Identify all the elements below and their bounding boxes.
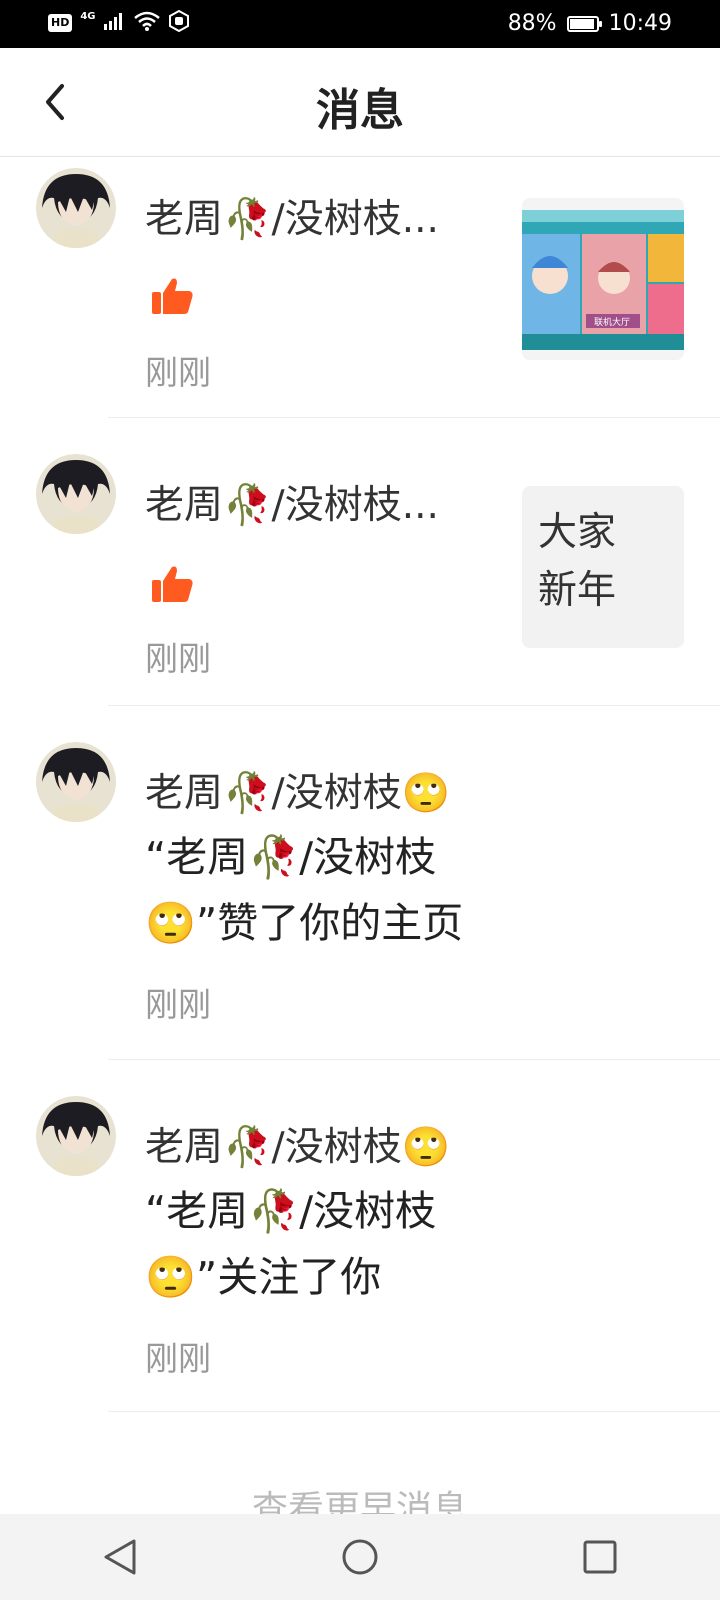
- avatar[interactable]: [36, 168, 116, 248]
- header-bar: 消息: [0, 48, 720, 157]
- square-recents-icon: [583, 1540, 617, 1574]
- page-title: 消息: [316, 85, 404, 136]
- status-left: HD 4G: [48, 9, 190, 36]
- message-time: 刚刚: [145, 1339, 211, 1378]
- post-text-preview[interactable]: 大家 新年: [522, 486, 684, 648]
- network-type: 4G: [80, 11, 96, 22]
- system-nav-bar: [0, 1514, 720, 1600]
- sender-name: 老周🥀/没树枝...: [145, 483, 439, 528]
- thumbs-up-icon: [152, 566, 193, 602]
- message-time: 刚刚: [145, 985, 211, 1024]
- divider: [108, 1411, 720, 1412]
- message-time: 刚刚: [145, 353, 211, 392]
- nav-home-button[interactable]: [330, 1527, 390, 1587]
- status-bar: HD 4G 88% 10:49: [0, 0, 720, 48]
- message-text: “老周🥀/没树枝🙄”关注了你: [145, 1187, 437, 1301]
- list-item[interactable]: 老周🥀/没树枝🙄 “老周🥀/没树枝🙄”赞了你的主页 刚刚: [0, 706, 720, 1060]
- preview-text: 大家 新年: [538, 510, 617, 613]
- hd-indicator: HD: [48, 14, 73, 32]
- signal-icon: [103, 12, 126, 34]
- avatar[interactable]: [36, 1096, 116, 1176]
- sender-name: 老周🥀/没树枝🙄: [145, 771, 451, 816]
- sender-name: 老周🥀/没树枝🙄: [145, 1125, 451, 1170]
- avatar[interactable]: [36, 454, 116, 534]
- message-list: 老周🥀/没树枝... 刚刚 联机大厅 老周🥀/没树枝... 刚刚 大家 新年 老…: [0, 156, 720, 1412]
- sender-name: 老周🥀/没树枝...: [145, 197, 439, 242]
- clock: 10:49: [608, 11, 672, 36]
- nav-back-button[interactable]: [90, 1527, 150, 1587]
- message-time: 刚刚: [145, 639, 211, 678]
- nav-recents-button[interactable]: [570, 1527, 630, 1587]
- status-right: 88% 10:49: [508, 11, 672, 36]
- avatar[interactable]: [36, 742, 116, 822]
- thumbs-up-icon: [152, 278, 193, 314]
- list-item[interactable]: 老周🥀/没树枝🙄 “老周🥀/没树枝🙄”关注了你 刚刚: [0, 1060, 720, 1412]
- list-item[interactable]: 老周🥀/没树枝... 刚刚 大家 新年: [0, 418, 720, 706]
- wifi-icon: [133, 11, 160, 35]
- battery-percent: 88%: [507, 11, 557, 36]
- list-item[interactable]: 老周🥀/没树枝... 刚刚 联机大厅: [0, 156, 720, 418]
- circle-home-icon: [342, 1539, 378, 1575]
- triangle-back-icon: [104, 1539, 136, 1575]
- thumbnail-label: 联机大厅: [594, 316, 630, 328]
- battery-icon: [566, 15, 602, 32]
- message-text: “老周🥀/没树枝🙄”赞了你的主页: [145, 833, 464, 947]
- post-thumbnail[interactable]: 联机大厅: [522, 198, 684, 360]
- hand-notification-icon: [168, 9, 190, 36]
